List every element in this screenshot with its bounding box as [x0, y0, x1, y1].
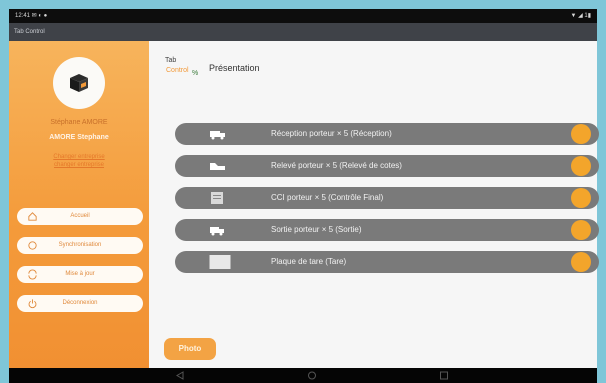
company-logo [53, 57, 105, 109]
truck-side-icon [210, 163, 225, 170]
task-status-dot [571, 220, 591, 240]
menu-sync-label: Synchronisation [58, 242, 102, 248]
status-right: ▼ ◢ 1▮ [570, 13, 591, 19]
brand-logo: Tab Control % [165, 57, 205, 83]
task-status-dot [571, 156, 591, 176]
menu-logout-label: Déconnexion [62, 300, 98, 306]
change-company-link[interactable]: Changer entreprise [9, 154, 149, 160]
task-row-reception[interactable]: Réception porteur × 5 (Réception) [175, 123, 599, 145]
menu-home-label: Accueil [70, 213, 90, 219]
task-row-controle-final[interactable]: CCI porteur × 5 (Contrôle Final) [175, 187, 599, 209]
task-label: Relevé porteur × 5 (Relevé de cotes) [271, 161, 402, 170]
back-icon[interactable] [175, 371, 185, 380]
task-row-tare[interactable]: Plaque de tare (Tare) [175, 251, 599, 273]
task-row-sortie[interactable]: Sortie porteur × 5 (Sortie) [175, 219, 599, 241]
box-logo-icon [70, 74, 88, 92]
truck-exit-icon [210, 227, 224, 236]
sidebar: Stéphane AMORE AMORE Stephane Changer en… [9, 41, 149, 368]
task-label: Réception porteur × 5 (Réception) [271, 129, 392, 138]
android-nav-bar [9, 368, 597, 383]
menu-sync-button[interactable]: Synchronisation [17, 237, 143, 254]
photo-button[interactable]: Photo [164, 338, 216, 360]
brand-control-text: Control [166, 67, 189, 74]
task-status-dot [571, 188, 591, 208]
menu-logout-button[interactable]: Déconnexion [17, 295, 143, 312]
menu-update-button[interactable]: Mise à jour [17, 266, 143, 283]
app-titlebar: Tab Control [9, 23, 597, 41]
change-company-link-2[interactable]: changer entreprise [9, 162, 149, 168]
brand-tab-text: Tab [165, 57, 177, 64]
power-icon [28, 299, 37, 309]
menu-home-button[interactable]: Accueil [17, 208, 143, 225]
user-name: Stéphane AMORE [50, 119, 108, 126]
update-icon [28, 269, 37, 280]
plate-icon [209, 255, 231, 269]
sync-icon [28, 241, 37, 250]
task-label: CCI porteur × 5 (Contrôle Final) [271, 193, 384, 202]
truck-icon [210, 131, 225, 140]
company-name: AMORE Stephane [49, 134, 109, 141]
task-label: Sortie porteur × 5 (Sortie) [271, 225, 362, 234]
task-status-dot [571, 252, 591, 272]
page-title: Présentation [209, 63, 260, 73]
task-row-releve[interactable]: Relevé porteur × 5 (Relevé de cotes) [175, 155, 599, 177]
app-screen: Stéphane AMORE AMORE Stephane Changer en… [9, 41, 599, 368]
recent-apps-icon[interactable] [439, 371, 449, 380]
home-icon [28, 212, 37, 221]
status-left: 12:41 ✉ ◐ ● [15, 13, 48, 19]
task-label: Plaque de tare (Tare) [271, 257, 347, 266]
tablet-frame: 12:41 ✉ ◐ ● ▼ ◢ 1▮ Tab Control Stéphane … [9, 9, 599, 383]
status-bar: 12:41 ✉ ◐ ● ▼ ◢ 1▮ [9, 9, 597, 23]
app-title: Tab Control [14, 29, 45, 35]
home-nav-icon[interactable] [307, 371, 317, 380]
menu-update-label: Mise à jour [65, 271, 95, 277]
main-panel: Tab Control % Présentation Réception por… [149, 41, 599, 368]
document-icon [211, 192, 223, 204]
brand-mark: % [192, 70, 199, 77]
task-status-dot [571, 124, 591, 144]
